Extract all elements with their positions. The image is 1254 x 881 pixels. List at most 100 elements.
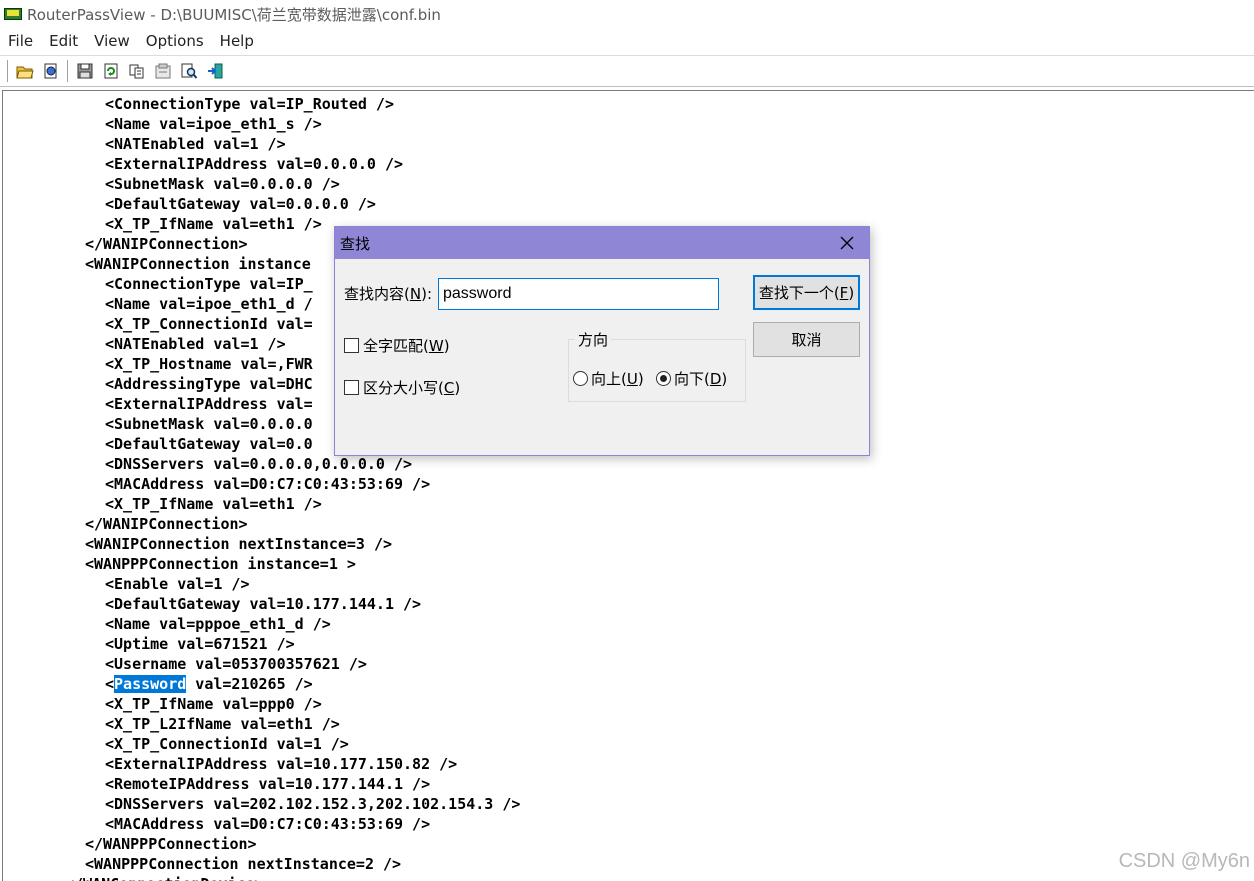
text-line: <SubnetMask val=0.0.0.0 /> <box>105 175 340 193</box>
dialog-title: 查找 <box>340 234 371 253</box>
down-key: D <box>709 369 722 388</box>
menu-file[interactable]: File <box>0 32 41 50</box>
line-text: < <box>105 675 115 693</box>
match-case-text: 区分大小写( <box>363 379 444 397</box>
text-line: <Username val=053700357621 /> <box>105 655 367 673</box>
menu-view[interactable]: View <box>86 32 138 50</box>
text-line: <X_TP_IfName val=eth1 /> <box>105 495 322 513</box>
find-next-text: 查找下一个( <box>758 284 840 302</box>
text-line: </WANPPPConnection> <box>85 835 257 853</box>
text-line: <Name val=pppoe_eth1_d /> <box>105 615 331 633</box>
text-line: <ExternalIPAddress val=0.0.0.0 /> <box>105 155 404 173</box>
find-what-input[interactable]: password <box>438 278 719 310</box>
text-line: <NATEnabled val=1 /> <box>105 135 286 153</box>
checkbox-box[interactable] <box>344 338 359 353</box>
line-text: val=210265 /> <box>186 675 313 693</box>
exit-icon[interactable] <box>204 60 226 82</box>
text-line: <X_TP_ConnectionId val= <box>105 315 313 333</box>
find-label-end: ): <box>421 285 432 303</box>
down-end: ) <box>721 369 728 388</box>
menu-help[interactable]: Help <box>212 32 262 50</box>
direction-label: 方向 <box>575 329 612 350</box>
text-line: <MACAddress val=D0:C7:C0:43:53:69 /> <box>105 815 431 833</box>
text-line: <MACAddress val=D0:C7:C0:43:53:69 /> <box>105 475 431 493</box>
text-line: <DNSServers val=202.102.152.3,202.102.15… <box>105 795 521 813</box>
router-app-icon <box>4 6 22 22</box>
find-next-key: F <box>839 283 849 302</box>
find-dialog: 查找 查找内容(N): password 查找下一个(F) 取消 全字匹配(W)… <box>334 226 870 456</box>
text-line: <WANIPConnection instance <box>85 255 311 273</box>
search-highlight: Password <box>114 675 187 693</box>
text-line: <X_TP_Hostname val=,FWR <box>105 355 313 373</box>
text-line: </WANIPConnection> <box>85 235 248 253</box>
find-label-text: 查找内容( <box>344 285 410 303</box>
text-line: </WANIPConnection> <box>85 515 248 533</box>
up-key: U <box>626 369 638 388</box>
radio-circle[interactable] <box>573 371 588 386</box>
menu-options[interactable]: Options <box>138 32 212 50</box>
find-what-label: 查找内容(N): <box>344 283 432 304</box>
text-line: <RemoteIPAddress val=10.177.144.1 /> <box>105 775 431 793</box>
text-line: <ExternalIPAddress val=10.177.150.82 /> <box>105 755 458 773</box>
text-line: <DefaultGateway val=10.177.144.1 /> <box>105 595 422 613</box>
window-title: RouterPassView - D:\BUUMISC\荷兰宽带数据泄露\con… <box>27 5 441 24</box>
text-viewer[interactable]: <ConnectionType val=IP_Routed /> <Name va… <box>2 90 1254 881</box>
text-line: <ExternalIPAddress val= <box>105 395 313 413</box>
match-case-end: ) <box>454 378 461 397</box>
match-word-text: 全字匹配( <box>363 337 429 355</box>
find-icon[interactable] <box>178 60 200 82</box>
match-whole-word-checkbox[interactable]: 全字匹配(W) <box>344 335 450 356</box>
text-line: <NATEnabled val=1 /> <box>105 335 286 353</box>
up-text: 向上( <box>591 370 627 388</box>
save-icon[interactable] <box>74 60 96 82</box>
close-icon[interactable] <box>825 227 869 259</box>
properties-icon[interactable] <box>152 60 174 82</box>
find-next-button[interactable]: 查找下一个(F) <box>753 275 860 310</box>
open-folder-icon[interactable] <box>14 60 36 82</box>
text-line: <SubnetMask val=0.0.0.0 <box>105 415 313 433</box>
text-line: <DefaultGateway val=0.0.0.0 /> <box>105 195 376 213</box>
toolbar <box>0 55 1254 87</box>
text-line: <WANPPPConnection instance=1 > <box>85 555 356 573</box>
text-line: <Name val=ipoe_eth1_s /> <box>105 115 322 133</box>
text-line: <ConnectionType val=IP_ <box>105 275 313 293</box>
match-case-checkbox[interactable]: 区分大小写(C) <box>344 377 460 398</box>
text-line: <X_TP_IfName val=eth1 /> <box>105 215 322 233</box>
text-line: <Name val=ipoe_eth1_d / <box>105 295 313 313</box>
find-next-end: ) <box>848 283 855 302</box>
copy-icon[interactable] <box>126 60 148 82</box>
text-line: </WANConnectionDevice> <box>65 874 264 881</box>
up-end: ) <box>637 369 644 388</box>
menu-bar: File Edit View Options Help <box>0 28 1254 54</box>
title-bar: RouterPassView - D:\BUUMISC\荷兰宽带数据泄露\con… <box>0 0 1254 28</box>
direction-down-radio[interactable]: 向下(D) <box>656 368 727 389</box>
toolbar-separator <box>67 60 69 82</box>
text-line: <Uptime val=671521 /> <box>105 635 295 653</box>
text-line: <AddressingType val=DHC <box>105 375 313 393</box>
text-line: <WANPPPConnection nextInstance=2 /> <box>85 855 402 873</box>
text-line: <DNSServers val=0.0.0.0,0.0.0.0 /> <box>105 455 413 473</box>
checkbox-box[interactable] <box>344 380 359 395</box>
text-line: <X_TP_IfName val=ppp0 /> <box>105 695 322 713</box>
dialog-title-bar[interactable]: 查找 <box>335 227 869 259</box>
match-case-key: C <box>443 378 455 397</box>
radio-circle[interactable] <box>656 371 671 386</box>
text-line: <Enable val=1 /> <box>105 575 250 593</box>
down-text: 向下( <box>674 370 710 388</box>
direction-up-radio[interactable]: 向上(U) <box>573 368 644 389</box>
text-line: <Password val=210265 /> <box>105 674 313 694</box>
open-file-icon[interactable] <box>40 60 62 82</box>
find-label-key: N <box>409 285 422 303</box>
text-line: <X_TP_L2IfName val=eth1 /> <box>105 715 340 733</box>
watermark-text: CSDN @My6n <box>1118 850 1250 872</box>
match-word-key: W <box>428 336 444 355</box>
cancel-button[interactable]: 取消 <box>753 322 860 357</box>
match-word-end: ) <box>443 336 450 355</box>
text-line: <WANIPConnection nextInstance=3 /> <box>85 535 393 553</box>
text-line: <X_TP_ConnectionId val=1 /> <box>105 735 349 753</box>
refresh-icon[interactable] <box>100 60 122 82</box>
text-line: <DefaultGateway val=0.0 <box>105 435 313 453</box>
menu-edit[interactable]: Edit <box>41 32 86 50</box>
text-line: <ConnectionType val=IP_Routed /> <box>105 95 394 113</box>
toolbar-separator <box>7 60 9 82</box>
